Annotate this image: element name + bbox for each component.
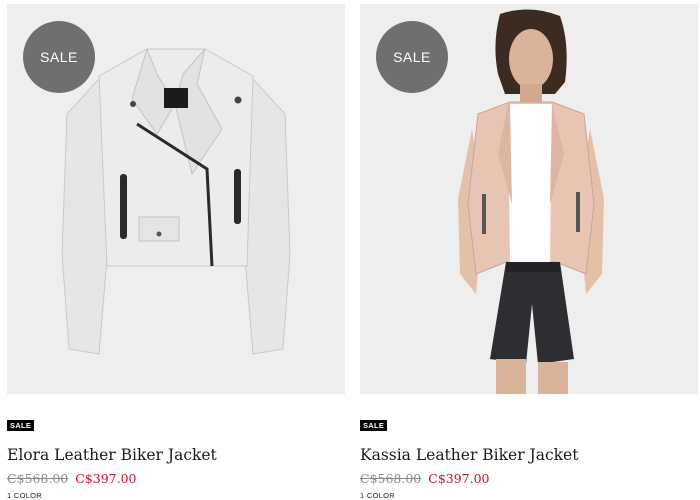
product-card[interactable]: SALE SALE Kassia Leather Biker Jacket C$… (360, 4, 698, 500)
sale-badge: SALE (23, 21, 95, 93)
sale-tag: SALE (360, 420, 388, 431)
product-name[interactable]: Kassia Leather Biker Jacket (360, 446, 578, 464)
product-image[interactable]: SALE (360, 4, 698, 394)
product-name[interactable]: Elora Leather Biker Jacket (7, 446, 217, 464)
product-card[interactable]: SALE SALE Elora Leather Biker Jacket C$5… (7, 4, 345, 500)
original-price: C$568.00 (7, 471, 69, 486)
price-row: C$568.00 C$397.00 (7, 471, 137, 486)
sale-price: C$397.00 (75, 471, 137, 486)
sale-price: C$397.00 (428, 471, 490, 486)
sale-tag: SALE (7, 420, 35, 431)
color-count: 1 COLOR (360, 491, 396, 500)
original-price: C$568.00 (360, 471, 422, 486)
color-count: 1 COLOR (7, 491, 43, 500)
sale-badge: SALE (376, 21, 448, 93)
product-image[interactable]: SALE (7, 4, 345, 394)
price-row: C$568.00 C$397.00 (360, 471, 490, 486)
